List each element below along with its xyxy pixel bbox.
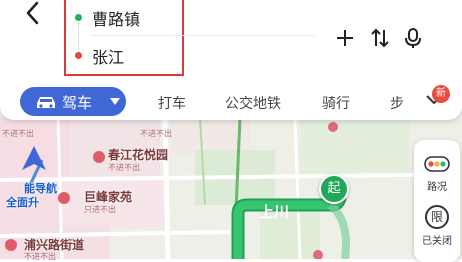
origin-field[interactable]: 曹路镇	[92, 6, 140, 30]
voice-input-button[interactable]	[402, 26, 424, 50]
poi-note: 只进不出	[84, 205, 116, 214]
traffic-icon	[424, 156, 450, 172]
traffic-toggle[interactable]: 路况	[414, 140, 460, 196]
divider	[90, 35, 315, 36]
poi-note: 不进不出	[140, 129, 172, 138]
tab-walk[interactable]: 步	[390, 93, 404, 113]
destination-field[interactable]: 张江	[92, 44, 124, 68]
car-icon	[37, 97, 55, 108]
swap-icon	[371, 28, 389, 48]
add-icon	[337, 30, 353, 46]
back-icon	[26, 1, 39, 25]
restriction-label: 已关闭	[422, 236, 452, 247]
poi-note: 不进不出	[24, 252, 56, 261]
swap-route-button[interactable]	[369, 26, 391, 50]
nav-upgrade-label-2[interactable]: 全面升	[6, 194, 39, 210]
traffic-label: 路况	[427, 182, 447, 193]
tab-drive-label: 驾车	[62, 94, 93, 112]
tab-drive[interactable]: 驾车	[20, 87, 126, 116]
restriction-icon: 限	[425, 205, 449, 229]
route-connector	[78, 23, 79, 49]
poi-note: 不进不出	[108, 163, 140, 172]
microphone-icon	[405, 28, 421, 48]
origin-dot	[75, 14, 82, 21]
new-badge: 新	[432, 85, 450, 103]
poi-label[interactable]: 春江花悦园	[108, 146, 168, 163]
back-button[interactable]	[18, 0, 48, 28]
poi-note: 不进不出	[2, 129, 34, 138]
tab-bike[interactable]: 骑行	[322, 93, 350, 113]
add-waypoint-button[interactable]	[334, 26, 356, 50]
tab-transit[interactable]: 公交地铁	[225, 93, 281, 113]
poi-label[interactable]: 巨峰家苑	[84, 188, 132, 205]
destination-dot	[75, 52, 82, 59]
tab-taxi[interactable]: 打车	[158, 93, 186, 113]
chevron-down-icon	[110, 98, 120, 105]
start-marker[interactable]: 起	[319, 174, 349, 204]
road-label: 上川	[259, 203, 290, 221]
transport-mode-tabs: 驾车 打车 公交地铁 骑行 步 新	[0, 82, 462, 120]
restriction-toggle[interactable]: 限 已关闭	[414, 198, 460, 254]
route-card: 曹路镇 张江 驾车 打车 公交地铁 骑行 步 新	[0, 0, 462, 120]
map-side-controls: 路况 限 已关闭	[414, 140, 460, 262]
